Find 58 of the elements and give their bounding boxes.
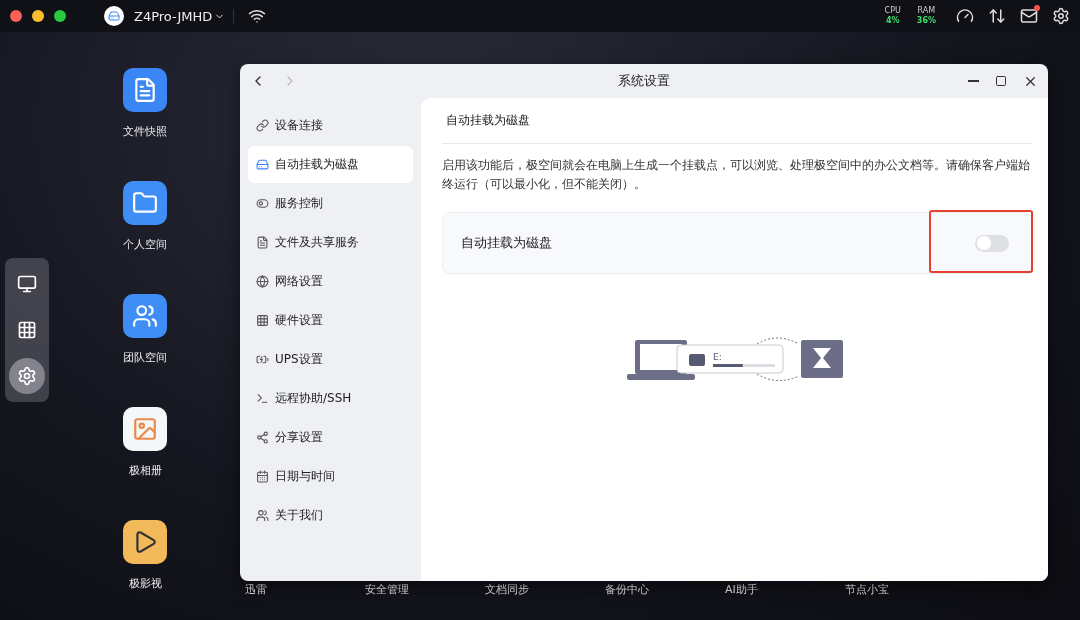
description-text: 启用该功能后，极空间就会在电脑上生成一个挂载点，可以浏览、处理极空间中的办公文档等。请确保客户端始终运行（可以最小化，但不能关闭）。 bbox=[442, 157, 1031, 193]
gauge-icon[interactable] bbox=[956, 7, 974, 25]
app-label[interactable]: 文档同步 bbox=[475, 582, 595, 597]
toggle-icon bbox=[256, 197, 269, 210]
cpu-value: 4% bbox=[885, 16, 900, 26]
photos-app-icon[interactable] bbox=[123, 407, 167, 451]
settings-icon[interactable] bbox=[1052, 7, 1070, 25]
sidebar-item[interactable]: 日期与时间 bbox=[248, 458, 413, 495]
sidebar-item[interactable]: 关于我们 bbox=[248, 497, 413, 534]
video-app-icon[interactable] bbox=[123, 520, 167, 564]
ram-value: 36% bbox=[916, 16, 936, 26]
grid-icon bbox=[256, 314, 269, 327]
folder-app-icon[interactable] bbox=[123, 181, 167, 225]
app-label[interactable]: AI助手 bbox=[715, 582, 835, 597]
app-label[interactable]: 迅雷 bbox=[235, 582, 355, 597]
zoom-light[interactable] bbox=[54, 10, 66, 22]
globe-icon bbox=[256, 275, 269, 288]
toggle-switch[interactable] bbox=[975, 234, 1009, 252]
sidebar-item[interactable]: 设备连接 bbox=[248, 107, 413, 144]
sidebar-item[interactable]: 网络设置 bbox=[248, 263, 413, 300]
app-label[interactable]: 节点小宝 bbox=[835, 582, 955, 597]
minimize-icon bbox=[968, 80, 979, 82]
close-light[interactable] bbox=[10, 10, 22, 22]
sidebar-item[interactable]: 硬件设置 bbox=[248, 302, 413, 339]
mail-icon[interactable] bbox=[1020, 7, 1038, 25]
settings-dock-icon[interactable] bbox=[9, 358, 45, 394]
app-label[interactable]: 文件快照 bbox=[123, 124, 167, 139]
file-icon bbox=[256, 236, 269, 249]
app-label[interactable]: 团队空间 bbox=[123, 350, 167, 365]
device-avatar-icon[interactable] bbox=[104, 6, 124, 26]
wifi-icon[interactable] bbox=[248, 7, 267, 25]
minimize-light[interactable] bbox=[32, 10, 44, 22]
cpu-label: CPU bbox=[884, 6, 901, 16]
transfer-icon[interactable] bbox=[988, 7, 1006, 25]
maximize-icon bbox=[995, 75, 1007, 87]
users-icon bbox=[256, 509, 269, 522]
share-icon bbox=[256, 431, 269, 444]
mount-drawing: E: bbox=[627, 336, 847, 386]
setting-label: 自动挂载为磁盘 bbox=[461, 234, 552, 252]
sidebar-item[interactable]: 服务控制 bbox=[248, 185, 413, 222]
sidebar-item[interactable]: UPS设置 bbox=[248, 341, 413, 378]
window-title: 系统设置 bbox=[617, 72, 671, 90]
link-icon bbox=[256, 119, 269, 132]
device-dropdown[interactable]: Z4Pro-JMHD bbox=[134, 8, 235, 24]
sidebar-item[interactable]: 文件及共享服务 bbox=[248, 224, 413, 261]
maximize-button[interactable] bbox=[995, 75, 1007, 87]
app-label[interactable]: 备份中心 bbox=[595, 582, 715, 597]
sidebar-item[interactable]: 分享设置 bbox=[248, 419, 413, 456]
sidebar-item[interactable]: 自动挂载为磁盘 bbox=[248, 146, 413, 183]
sidebar-item[interactable]: 远程协助/SSH bbox=[248, 380, 413, 417]
app-label[interactable]: 个人空间 bbox=[123, 237, 167, 252]
app-label[interactable]: 极影视 bbox=[128, 576, 162, 591]
calendar-icon bbox=[256, 470, 269, 483]
ram-label: RAM bbox=[917, 6, 936, 16]
section-heading: 自动挂载为磁盘 bbox=[442, 98, 1032, 144]
app-label[interactable]: 安全管理 bbox=[355, 582, 475, 597]
app-label[interactable]: 极相册 bbox=[128, 463, 162, 478]
team-app-icon[interactable] bbox=[123, 294, 167, 338]
